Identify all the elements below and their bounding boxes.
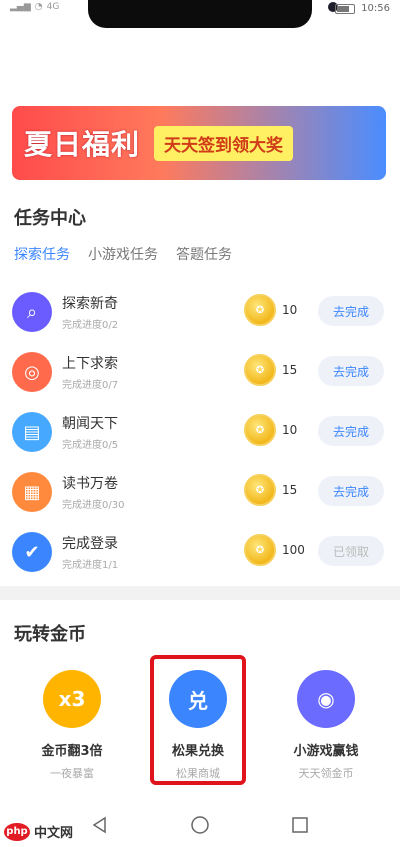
watermark: php 中文网 (4, 822, 73, 841)
coin-amount: 15 (282, 363, 298, 377)
go-complete-button[interactable]: 去完成 (318, 416, 384, 446)
news-icon: ▤ (12, 412, 52, 452)
task-row: ▤ 朝闻天下 完成进度0/5 ✪ 10 去完成 (12, 402, 388, 462)
back-icon[interactable] (85, 810, 115, 840)
signal-group: ▂▄▆ ◔ 4G (10, 2, 59, 12)
game-name: 金币翻3倍 (41, 744, 103, 759)
watermark-text: 中文网 (34, 826, 74, 841)
status-bar: ▂▄▆ ◔ 4G 10:56 (0, 0, 400, 28)
task-row: ⌕ 探索新奇 完成进度0/2 ✪ 10 去完成 (12, 282, 388, 342)
search-icon: ⌕ (12, 292, 52, 332)
coin-amount: 100 (282, 543, 305, 557)
game-item-mini-game-win[interactable]: ◉ 小游戏赢钱 天天领金币 (276, 670, 376, 781)
go-complete-button[interactable]: 去完成 (318, 476, 384, 506)
coin-icon: ✪ (244, 474, 276, 506)
recents-icon[interactable] (285, 810, 315, 840)
check-icon: ✔ (12, 532, 52, 572)
notch (88, 0, 338, 28)
claimed-button[interactable]: 已领取 (318, 536, 384, 566)
task-row: ✔ 完成登录 完成进度1/1 ✪ 100 已领取 (12, 522, 388, 582)
battery-icon (335, 3, 356, 14)
book-icon: ▦ (12, 472, 52, 512)
tab-explore[interactable]: 探索任务 (14, 244, 70, 264)
game-item-triple-coins[interactable]: x3 金币翻3倍 一夜暴富 (22, 670, 122, 781)
task-progress: 完成进度0/7 (62, 380, 119, 391)
task-progress: 完成进度0/5 (62, 440, 119, 451)
network-label: 4G (46, 2, 60, 12)
coin-icon: ✪ (244, 534, 276, 566)
php-logo-icon: php (4, 822, 30, 841)
coin-amount: 10 (282, 303, 298, 317)
task-name: 探索新奇 (62, 296, 118, 312)
chrome-like-icon: ◎ (12, 352, 52, 392)
go-complete-button[interactable]: 去完成 (318, 356, 384, 386)
game-sub: 天天领金币 (298, 767, 354, 780)
task-tabs: 探索任务 小游戏任务 答题任务 (14, 244, 232, 264)
gamepad-icon: ◉ (297, 670, 355, 728)
task-progress: 完成进度0/2 (62, 320, 119, 331)
summer-benefit-banner[interactable]: 夏日福利 天天签到领大奖 (12, 106, 386, 180)
clock: 10:56 (361, 3, 390, 14)
task-name: 朝闻天下 (62, 416, 118, 432)
tab-quiz[interactable]: 答题任务 (176, 244, 232, 264)
coin-amount: 10 (282, 423, 298, 437)
task-row: ▦ 读书万卷 完成进度0/30 ✪ 15 去完成 (12, 462, 388, 522)
coin-icon: ✪ (244, 354, 276, 386)
tab-mini-games[interactable]: 小游戏任务 (88, 244, 158, 264)
banner-subtitle: 天天签到领大奖 (154, 125, 294, 161)
coin-amount: 15 (282, 483, 298, 497)
task-name: 完成登录 (62, 536, 118, 552)
highlight-box (150, 655, 246, 785)
game-sub: 一夜暴富 (50, 767, 94, 780)
task-center-title: 任务中心 (14, 208, 86, 229)
go-complete-button[interactable]: 去完成 (318, 296, 384, 326)
signal-icon: ▂▄▆ (10, 2, 31, 12)
task-row: ◎ 上下求索 完成进度0/7 ✪ 15 去完成 (12, 342, 388, 402)
task-progress: 完成进度0/30 (62, 500, 125, 511)
task-progress: 完成进度1/1 (62, 560, 119, 571)
coin-triple-icon: x3 (43, 670, 101, 728)
home-icon[interactable] (185, 810, 215, 840)
status-right: 10:56 (335, 3, 390, 14)
banner-title: 夏日福利 (24, 128, 141, 161)
coin-icon: ✪ (244, 294, 276, 326)
task-list: ⌕ 探索新奇 完成进度0/2 ✪ 10 去完成 ◎ 上下求索 完成进度0/7 ✪ 1… (12, 282, 388, 582)
section-divider (0, 586, 400, 600)
wifi-icon: ◔ (34, 2, 43, 12)
coin-icon: ✪ (244, 414, 276, 446)
task-name: 读书万卷 (62, 476, 118, 492)
game-name: 小游戏赢钱 (293, 744, 359, 759)
play-coins-title: 玩转金币 (14, 624, 86, 645)
task-name: 上下求索 (62, 356, 118, 372)
